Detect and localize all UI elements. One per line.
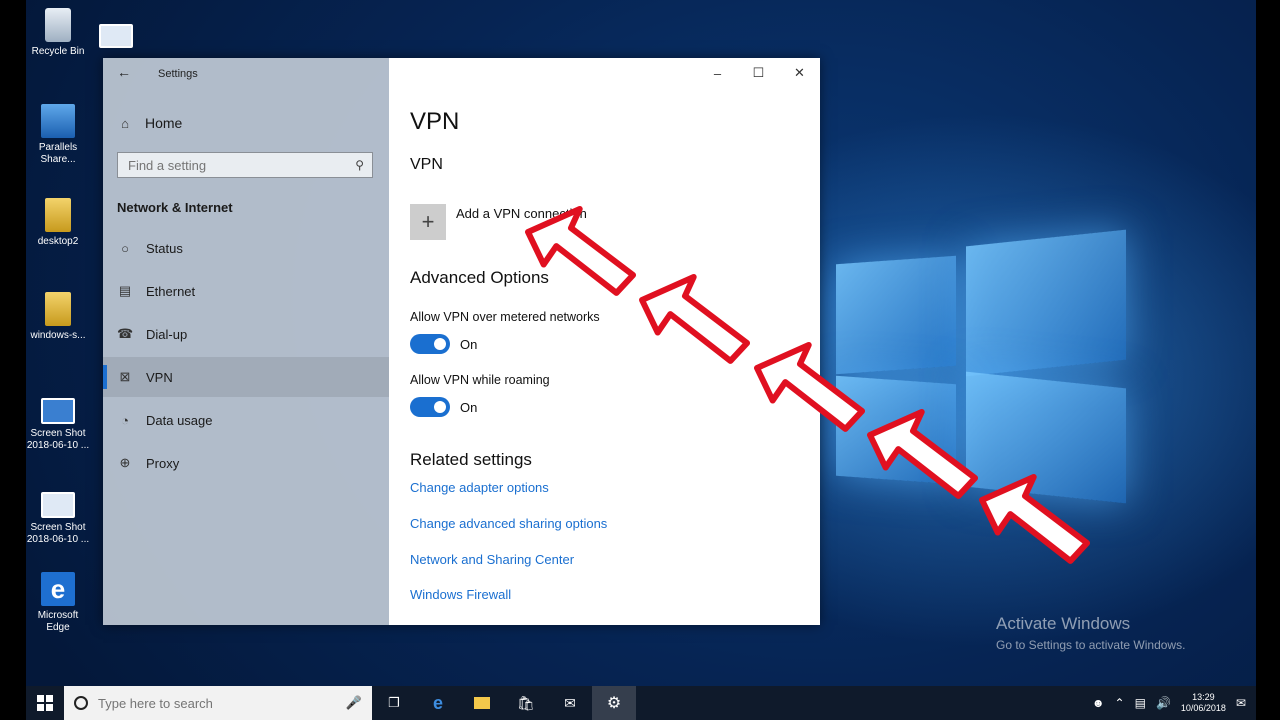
taskbar-mail[interactable]: ✉ xyxy=(548,686,592,720)
taskbar-settings[interactable]: ⚙ xyxy=(592,686,636,720)
volume-icon[interactable]: 🔊 xyxy=(1156,696,1171,710)
gear-icon: ⚙ xyxy=(606,695,622,712)
task-view-button[interactable]: ❐ xyxy=(372,686,416,720)
microphone-icon[interactable]: 🎤 xyxy=(346,695,362,711)
annotation-arrows xyxy=(0,0,1280,720)
network-icon[interactable]: ▤ xyxy=(1135,696,1146,710)
clock[interactable]: 13:29 10/06/2018 xyxy=(1181,692,1226,714)
folder-icon xyxy=(474,697,490,709)
start-button[interactable] xyxy=(26,686,64,720)
taskbar: 🎤 ❐ e 🛍 ✉ ⚙ ☻ ⌃ ▤ 🔊 13:29 10/06/2018 ✉ xyxy=(26,686,1256,720)
red-arrow-icon xyxy=(521,202,641,295)
store-icon: 🛍 xyxy=(517,694,535,711)
red-arrow-icon xyxy=(635,270,755,363)
mail-icon: ✉ xyxy=(564,694,576,711)
clock-time: 13:29 xyxy=(1192,692,1215,702)
windows-start-icon xyxy=(37,695,53,711)
red-arrow-icon xyxy=(750,338,870,431)
taskbar-search-box[interactable]: 🎤 xyxy=(64,686,372,720)
taskbar-edge[interactable]: e xyxy=(416,686,460,720)
edge-icon: e xyxy=(432,692,443,713)
people-icon[interactable]: ☻ xyxy=(1092,696,1105,710)
taskbar-search-input[interactable] xyxy=(96,694,338,712)
task-view-icon: ❐ xyxy=(388,695,400,710)
clock-date: 10/06/2018 xyxy=(1180,703,1226,713)
taskbar-file-explorer[interactable] xyxy=(460,686,504,720)
red-arrow-icon xyxy=(863,405,983,498)
system-tray: ☻ ⌃ ▤ 🔊 13:29 10/06/2018 ✉ xyxy=(1092,692,1256,714)
red-arrow-icon xyxy=(975,470,1095,563)
cortana-circle-icon xyxy=(74,696,88,710)
taskbar-store[interactable]: 🛍 xyxy=(504,686,548,720)
action-center-icon[interactable]: ✉ xyxy=(1236,696,1246,710)
chevron-up-icon[interactable]: ⌃ xyxy=(1115,696,1125,710)
